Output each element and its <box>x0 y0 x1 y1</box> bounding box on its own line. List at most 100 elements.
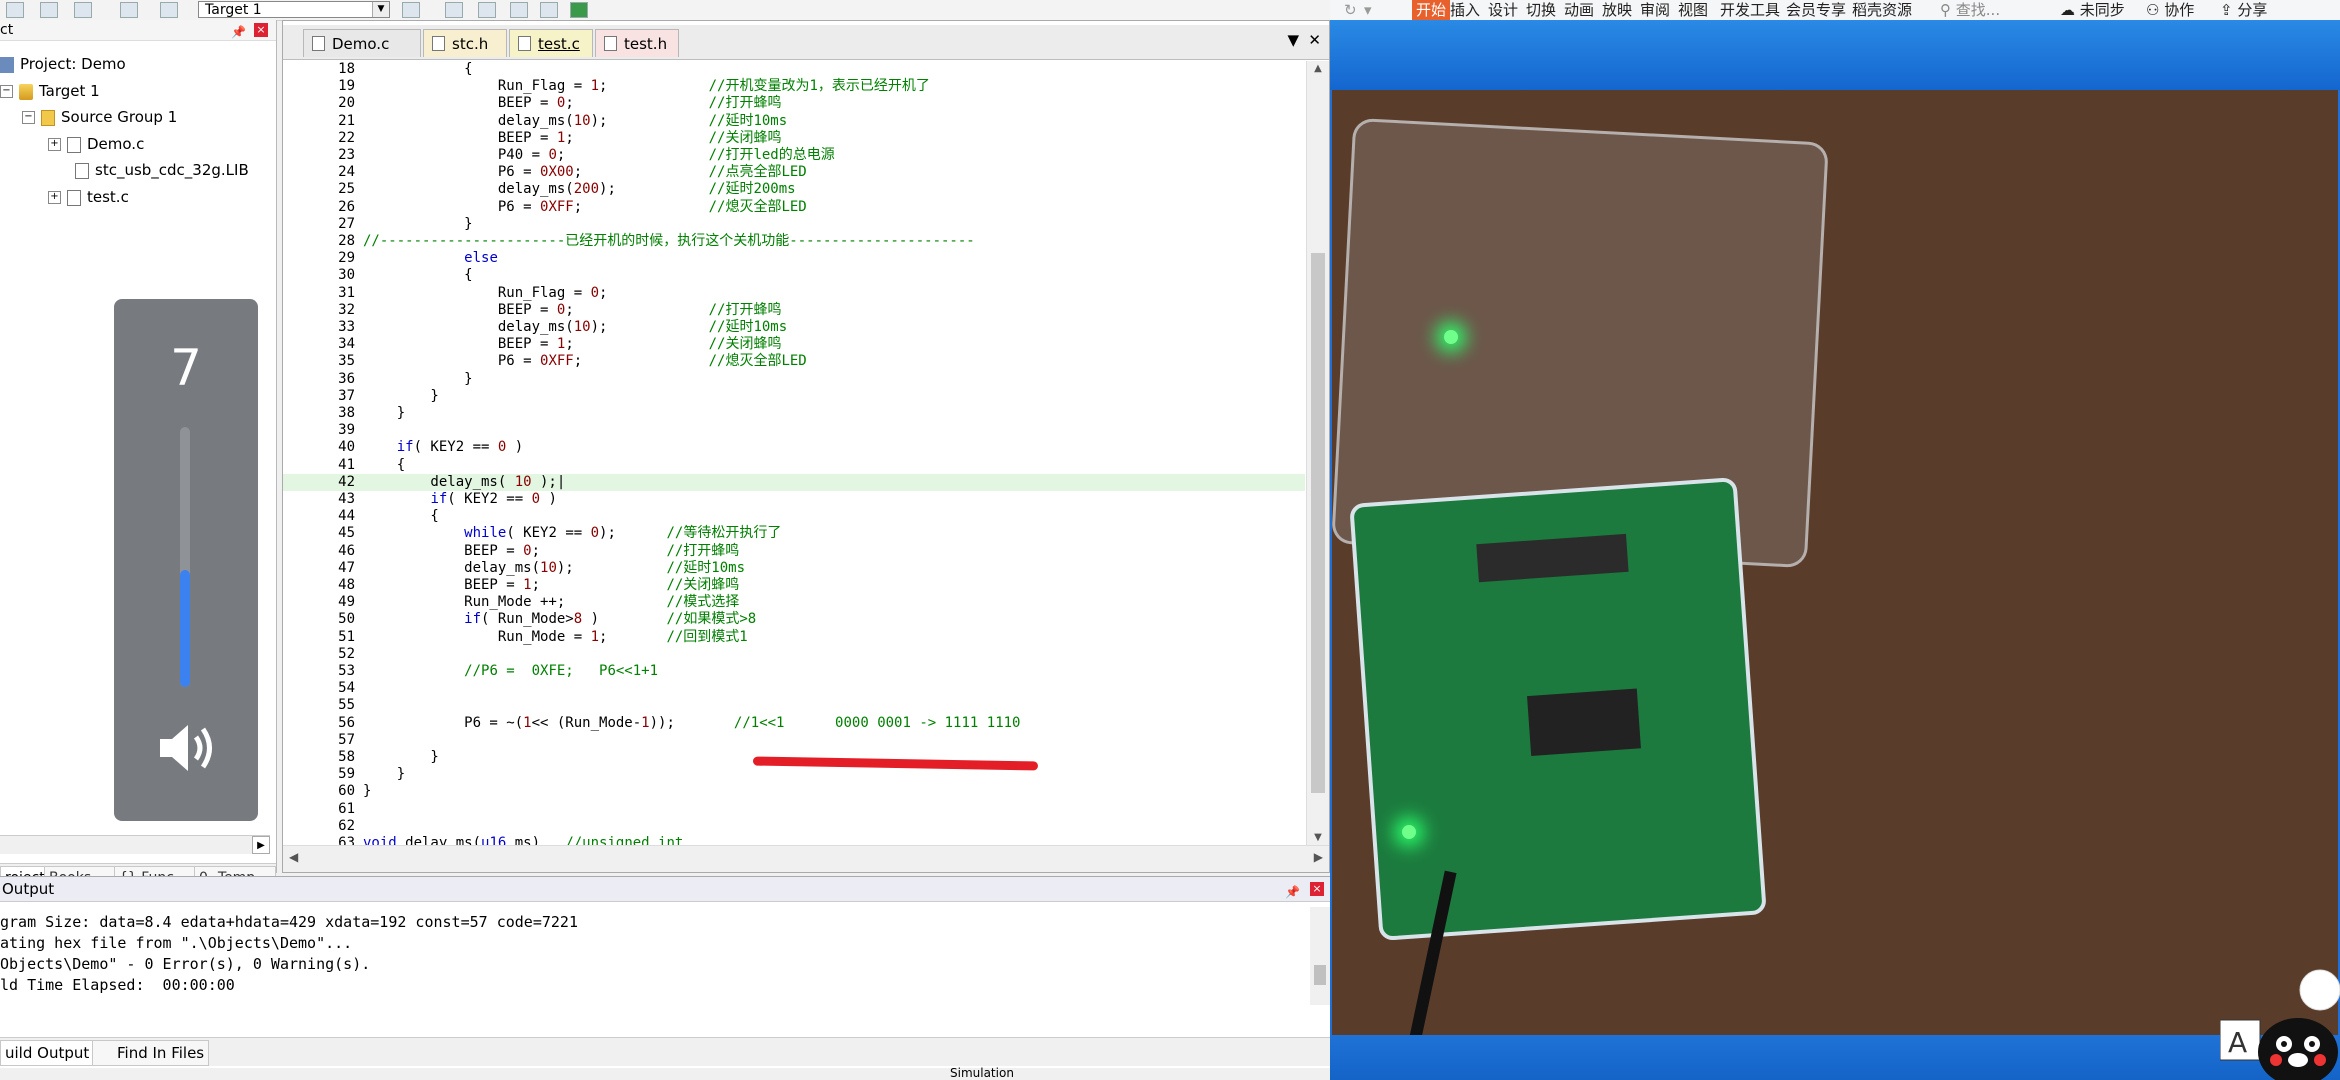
menu-start[interactable]: 开始 <box>1412 0 1451 20</box>
search-box[interactable]: ⚲ 查找... <box>1940 0 2000 20</box>
options-icon[interactable] <box>402 2 420 18</box>
menu-animation[interactable]: 动画 <box>1564 0 1594 20</box>
code-line[interactable]: 62 <box>283 818 1305 835</box>
menu-slideshow[interactable]: 放映 <box>1602 0 1632 20</box>
sync-status[interactable]: ☁ 未同步 <box>2060 0 2125 20</box>
menu-design[interactable]: 设计 <box>1488 0 1518 20</box>
code-line[interactable]: 39 <box>283 422 1305 439</box>
code-line[interactable]: 19 Run_Flag = 1; //开机变量改为1，表示已经开机了 <box>283 78 1305 95</box>
code-line[interactable]: 63 void delay_ms(u16 ms) //unsigned int <box>283 835 1305 845</box>
code-line[interactable]: 46 BEEP = 0; //打开蜂鸣 <box>283 543 1305 560</box>
code-line[interactable]: 47 delay_ms(10); //延时10ms <box>283 560 1305 577</box>
code-line[interactable]: 57 <box>283 732 1305 749</box>
code-line[interactable]: 34 BEEP = 1; //关闭蜂鸣 <box>283 336 1305 353</box>
code-line[interactable]: 41 { <box>283 457 1305 474</box>
code-line[interactable]: 25 delay_ms(200); //延时200ms <box>283 181 1305 198</box>
expand-icon[interactable]: + <box>48 138 61 151</box>
translate-icon[interactable] <box>40 2 58 18</box>
code-line[interactable]: 43 if( KEY2 == 0 ) <box>283 491 1305 508</box>
scroll-left-icon[interactable]: ◀ <box>289 850 298 864</box>
code-line[interactable]: 52 <box>283 646 1305 663</box>
close-icon[interactable]: × <box>1310 882 1324 896</box>
tree-item-target[interactable]: − Target 1 <box>0 80 100 102</box>
tree-item-file[interactable]: + Demo.c <box>48 133 144 155</box>
code-line[interactable]: 35 P6 = 0XFF; //熄灭全部LED <box>283 353 1305 370</box>
tab-test-c[interactable]: test.c <box>509 29 593 57</box>
build-icon[interactable] <box>74 2 92 18</box>
manage-components-icon[interactable] <box>445 2 463 18</box>
code-line[interactable]: 26 P6 = 0XFF; //熄灭全部LED <box>283 199 1305 216</box>
project-horizontal-scrollbar[interactable]: ▶ <box>0 835 270 854</box>
scroll-right-icon[interactable]: ▶ <box>252 836 270 854</box>
code-line[interactable]: 31 Run_Flag = 0; <box>283 285 1305 302</box>
code-line[interactable]: 23 P40 = 0; //打开led的总电源 <box>283 147 1305 164</box>
rte-icon[interactable] <box>570 2 588 18</box>
menu-switch[interactable]: 切换 <box>1526 0 1556 20</box>
chevron-down-icon[interactable]: ▼ <box>372 2 389 17</box>
scroll-thumb[interactable] <box>1314 965 1326 985</box>
output-vertical-scrollbar[interactable] <box>1310 907 1330 1005</box>
code-line[interactable]: 20 BEEP = 0; //打开蜂鸣 <box>283 95 1305 112</box>
code-line[interactable]: 29 else <box>283 250 1305 267</box>
tab-demo-c[interactable]: Demo.c <box>303 29 421 57</box>
code-line[interactable]: 27 } <box>283 216 1305 233</box>
tree-item-file[interactable]: stc_usb_cdc_32g.LIB <box>75 159 249 181</box>
collaborate-button[interactable]: ⚇ 协作 <box>2146 0 2194 20</box>
pin-icon[interactable]: 📌 <box>231 22 246 42</box>
code-line[interactable]: 22 BEEP = 1; //关闭蜂鸣 <box>283 130 1305 147</box>
code-line[interactable]: 38 } <box>283 405 1305 422</box>
code-line[interactable]: 49 Run_Mode ++; //模式选择 <box>283 594 1305 611</box>
code-line[interactable]: 45 while( KEY2 == 0); //等待松开执行了 <box>283 525 1305 542</box>
select-packs-icon[interactable] <box>478 2 496 18</box>
close-icon[interactable]: ✕ <box>1308 31 1321 49</box>
code-line[interactable]: 18 { <box>283 61 1305 78</box>
menu-insert[interactable]: 插入 <box>1450 0 1480 20</box>
code-line[interactable]: 30 { <box>283 267 1305 284</box>
scroll-thumb[interactable] <box>1311 253 1325 793</box>
menu-resources[interactable]: 稻壳资源 <box>1852 0 1912 20</box>
new-file-icon[interactable] <box>6 2 24 18</box>
tab-test-h[interactable]: test.h <box>595 29 679 57</box>
tree-item-project[interactable]: Project: Demo <box>0 53 126 75</box>
tab-find-in-files[interactable]: Find In Files <box>92 1040 210 1066</box>
editor-vertical-scrollbar[interactable]: ▲ ▼ <box>1306 61 1329 845</box>
share-button[interactable]: ⇪ 分享 <box>2220 0 2267 20</box>
scroll-down-icon[interactable]: ▼ <box>1307 832 1329 843</box>
tab-build-output[interactable]: uild Output <box>0 1040 95 1066</box>
code-line[interactable]: 42 delay_ms( 10 );| <box>283 473 1305 491</box>
rebuild-icon[interactable] <box>120 2 138 18</box>
editor-horizontal-scrollbar[interactable]: ◀ ▶ <box>283 845 1329 872</box>
tab-stc-h[interactable]: stc.h <box>423 29 507 57</box>
expand-icon[interactable]: + <box>48 191 61 204</box>
target-select[interactable]: Target 1 ▼ <box>198 1 390 18</box>
scroll-up-icon[interactable]: ▲ <box>1307 63 1329 74</box>
code-line[interactable]: 32 BEEP = 0; //打开蜂鸣 <box>283 302 1305 319</box>
pin-icon[interactable]: 📌 <box>1285 880 1300 904</box>
code-line[interactable]: 55 <box>283 697 1305 714</box>
code-line[interactable]: 56 P6 = ~(1<< (Run_Mode-1)); //1<<1 0000… <box>283 715 1305 732</box>
code-line[interactable]: 24 P6 = 0X00; //点亮全部LED <box>283 164 1305 181</box>
speaker-icon[interactable] <box>154 717 218 779</box>
code-line[interactable]: 37 } <box>283 388 1305 405</box>
filter-icon[interactable] <box>540 2 558 18</box>
tree-item-source-group[interactable]: − Source Group 1 <box>22 106 177 128</box>
collapse-icon[interactable]: − <box>22 111 35 124</box>
code-line[interactable]: 21 delay_ms(10); //延时10ms <box>283 113 1305 130</box>
menu-member[interactable]: 会员专享 <box>1786 0 1846 20</box>
code-line[interactable]: 36 } <box>283 371 1305 388</box>
code-line[interactable]: 48 BEEP = 1; //关闭蜂鸣 <box>283 577 1305 594</box>
menu-developer-tools[interactable]: 开发工具 <box>1720 0 1780 20</box>
close-icon[interactable]: × <box>254 23 268 37</box>
scroll-right-icon[interactable]: ▶ <box>1314 850 1323 864</box>
code-line[interactable]: 61 <box>283 801 1305 818</box>
code-line[interactable]: 53 //P6 = 0XFE; P6<<1+1 <box>283 663 1305 680</box>
tree-item-file[interactable]: + test.c <box>48 186 129 208</box>
code-line[interactable]: 60} <box>283 783 1305 800</box>
code-line[interactable]: 59 } <box>283 766 1305 783</box>
code-line[interactable]: 51 Run_Mode = 1; //回到模式1 <box>283 629 1305 646</box>
code-line[interactable]: 40 if( KEY2 == 0 ) <box>283 439 1305 456</box>
code-line[interactable]: 50 if( Run_Mode>8 ) //如果模式>8 <box>283 611 1305 628</box>
code-area[interactable]: 18 {19 Run_Flag = 1; //开机变量改为1，表示已经开机了 20… <box>283 61 1305 845</box>
collapse-icon[interactable]: − <box>0 85 13 98</box>
tab-list-icon[interactable]: ▼ <box>1287 31 1299 49</box>
